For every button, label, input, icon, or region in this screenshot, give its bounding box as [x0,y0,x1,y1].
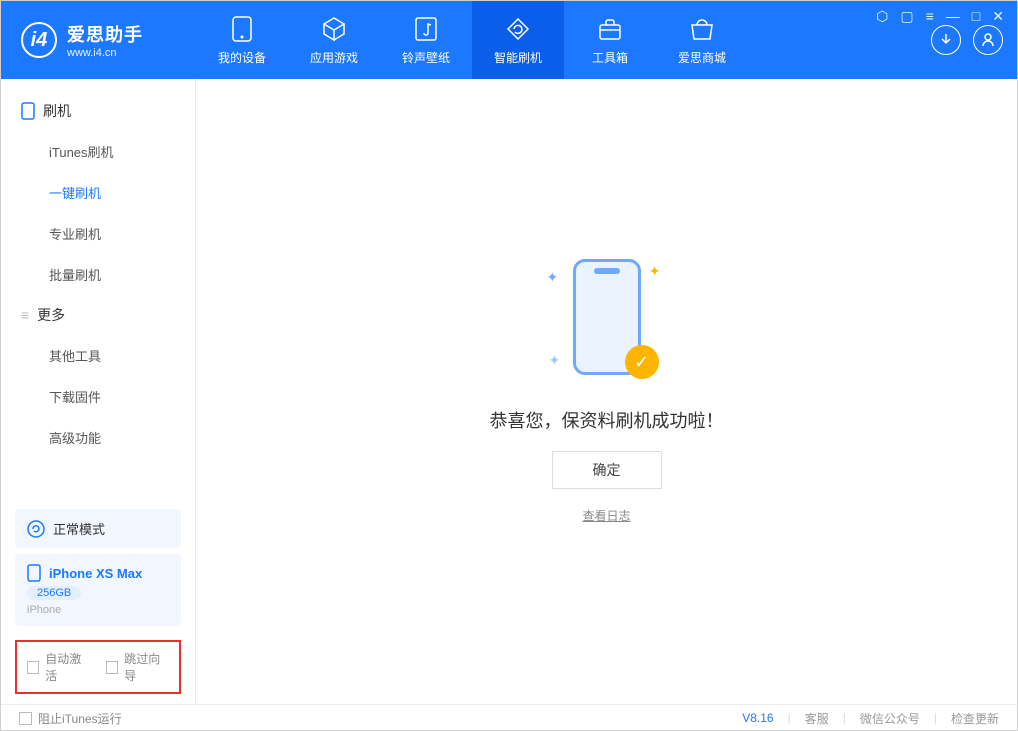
tab-label: 应用游戏 [310,49,358,66]
logo-area: i4 爱思助手 www.i4.cn [1,21,196,59]
checkbox-label: 跳过向导 [124,650,169,684]
app-logo-icon: i4 [21,22,57,58]
checkbox-label: 自动激活 [45,650,90,684]
refresh-icon [504,15,532,43]
sparkle-icon: ✦ [547,269,559,286]
sidebar-section-more: ≡ 更多 [1,295,195,335]
toolbox-icon [596,15,624,43]
sidebar-section-flash: 刷机 [1,91,195,131]
section-title: 刷机 [43,101,71,121]
sidebar-item-other-tools[interactable]: 其他工具 [1,335,195,376]
minimize-button[interactable]: — [946,8,960,25]
nav-tabs: 我的设备 应用游戏 铃声壁纸 智能刷机 工具箱 爱思商城 [196,1,748,79]
tab-label: 工具箱 [592,49,628,66]
user-button[interactable] [973,25,1003,55]
phone-icon [228,15,256,43]
tab-ringtones[interactable]: 铃声壁纸 [380,1,472,79]
download-button[interactable] [931,25,961,55]
footer: 阻止iTunes运行 V8.16 | 客服 | 微信公众号 | 检查更新 [1,704,1017,731]
header-right [931,25,1017,55]
sidebar-item-itunes-flash[interactable]: iTunes刷机 [1,131,195,172]
view-log-link[interactable]: 查看日志 [582,507,630,524]
checkbox-label: 阻止iTunes运行 [38,710,122,727]
sparkle-icon: ✦ [549,352,561,369]
maximize-button[interactable]: □ [972,8,980,25]
sidebar-item-download-firmware[interactable]: 下载固件 [1,376,195,417]
store-icon [688,15,716,43]
phone-outline-icon [21,102,35,120]
app-title: 爱思助手 [67,21,143,47]
logo-text: 爱思助手 www.i4.cn [67,21,143,59]
separator: | [843,711,846,725]
sidebar: 刷机 iTunes刷机 一键刷机 专业刷机 批量刷机 ≡ 更多 其他工具 下载固… [1,79,196,704]
header: i4 爱思助手 www.i4.cn 我的设备 应用游戏 铃声壁纸 智能刷机 工具… [1,1,1017,79]
block-itunes-checkbox[interactable]: 阻止iTunes运行 [19,710,122,727]
tab-label: 智能刷机 [494,49,542,66]
window-controls: ⬡ ▢ ≡ — □ ✕ [876,8,1004,25]
sidebar-item-pro-flash[interactable]: 专业刷机 [1,213,195,254]
device-name: iPhone XS Max [49,566,142,581]
list-icon: ≡ [21,307,29,323]
music-note-icon [412,15,440,43]
customer-service-link[interactable]: 客服 [805,710,829,727]
main-content: ✦ ✦ ✦ ✓ 恭喜您，保资料刷机成功啦！ 确定 查看日志 [196,79,1017,704]
sidebar-item-advanced[interactable]: 高级功能 [1,417,195,458]
tab-label: 爱思商城 [678,49,726,66]
feedback-icon[interactable]: ▢ [900,8,913,25]
device-type: iPhone [27,604,169,616]
tab-my-device[interactable]: 我的设备 [196,1,288,79]
skip-guide-checkbox[interactable]: 跳过向导 [106,650,169,684]
tab-apps-games[interactable]: 应用游戏 [288,1,380,79]
mode-status[interactable]: 正常模式 [15,509,181,548]
sidebar-item-one-click-flash[interactable]: 一键刷机 [1,172,195,213]
success-illustration: ✦ ✦ ✦ ✓ [547,259,667,389]
separator: | [788,711,791,725]
sync-icon [27,520,45,538]
app-subtitle: www.i4.cn [67,47,143,59]
tab-store[interactable]: 爱思商城 [656,1,748,79]
check-update-link[interactable]: 检查更新 [951,710,999,727]
section-title: 更多 [37,305,65,325]
check-badge-icon: ✓ [625,345,659,379]
separator: | [934,711,937,725]
body: 刷机 iTunes刷机 一键刷机 专业刷机 批量刷机 ≡ 更多 其他工具 下载固… [1,79,1017,704]
close-button[interactable]: ✕ [992,8,1004,25]
auto-activate-checkbox[interactable]: 自动激活 [27,650,90,684]
version-label: V8.16 [742,711,773,725]
tab-label: 我的设备 [218,49,266,66]
device-storage: 256GB [27,586,81,600]
tab-label: 铃声壁纸 [402,49,450,66]
tab-smart-flash[interactable]: 智能刷机 [472,1,564,79]
device-icon [27,564,41,582]
success-message: 恭喜您，保资料刷机成功啦！ [490,407,724,433]
options-box: 自动激活 跳过向导 [15,640,181,694]
sparkle-icon: ✦ [649,263,661,280]
device-panel[interactable]: iPhone XS Max 256GB iPhone [15,554,181,626]
wechat-link[interactable]: 微信公众号 [860,710,920,727]
cube-icon [320,15,348,43]
mode-label: 正常模式 [53,519,105,538]
sidebar-item-batch-flash[interactable]: 批量刷机 [1,254,195,295]
shirt-icon[interactable]: ⬡ [876,8,888,25]
tab-toolbox[interactable]: 工具箱 [564,1,656,79]
menu-icon[interactable]: ≡ [926,8,934,25]
ok-button[interactable]: 确定 [552,451,662,489]
